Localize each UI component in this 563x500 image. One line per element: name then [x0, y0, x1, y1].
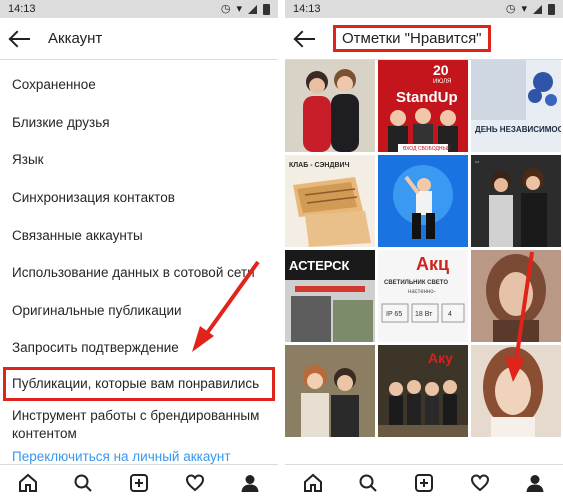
- search-icon[interactable]: [71, 471, 95, 495]
- status-bar: 14:13 ◷ ▾: [285, 0, 563, 18]
- battery-icon: [263, 3, 270, 15]
- date-month: ИЮЛЯ: [433, 79, 451, 85]
- alarm-icon: ◷: [220, 2, 231, 15]
- post-thumbnail[interactable]: КЛАБ - СЭНДВИЧ: [285, 155, 375, 247]
- post-thumbnail[interactable]: [378, 155, 468, 247]
- panel-divider: [278, 0, 285, 500]
- menu-item-original-posts[interactable]: Оригинальные публикации: [0, 292, 278, 330]
- poster-subtitle: СВЕТИЛЬНИК СВЕТО: [384, 280, 448, 286]
- menu-item-saved[interactable]: Сохраненное: [0, 66, 278, 104]
- poster-subtitle: ВХОД СВОБОДНЫЙ: [403, 144, 451, 152]
- menu-item-cellular-data[interactable]: Использование данных в сотовой сети: [0, 254, 278, 292]
- post-thumbnail[interactable]: •••: [471, 155, 561, 247]
- status-time: 14:13: [8, 3, 36, 15]
- menu-item-linked-accounts[interactable]: Связанные аккаунты: [0, 216, 278, 254]
- post-thumbnail[interactable]: [285, 60, 375, 152]
- bottom-tab-bar: [285, 464, 563, 500]
- date-number: 20: [433, 62, 449, 78]
- status-time: 14:13: [293, 3, 321, 15]
- settings-menu: Сохраненное Близкие друзья Язык Синхрони…: [0, 60, 278, 471]
- post-thumbnail[interactable]: [471, 250, 561, 342]
- heart-icon[interactable]: [183, 471, 207, 495]
- home-icon[interactable]: [301, 471, 325, 495]
- account-settings-screen: 14:13 ◷ ▾ Аккаунт Сохраненное Близкие др…: [0, 0, 278, 500]
- app-header: Аккаунт: [0, 18, 278, 60]
- menu-item-liked-posts[interactable]: Публикации, которые вам понравились: [3, 366, 275, 401]
- poster-title: Акц: [416, 254, 449, 274]
- profile-icon[interactable]: [523, 471, 547, 495]
- spec-watt: 18 Вт: [415, 311, 433, 318]
- signal-icon: [248, 4, 257, 14]
- add-post-icon[interactable]: [412, 471, 436, 495]
- liked-posts-screen: 14:13 ◷ ▾ Отметки "Нравится" 20 ИЮЛЯ Sta…: [285, 0, 563, 500]
- post-thumbnail[interactable]: Акц СВЕТИЛЬНИК СВЕТО настенно- IP 65 18 …: [378, 250, 468, 342]
- post-thumbnail[interactable]: 20 ИЮЛЯ StandUp ВХОД СВОБОДНЫЙ: [378, 60, 468, 152]
- post-thumbnail[interactable]: [285, 345, 375, 437]
- wifi-icon: ▾: [521, 2, 527, 15]
- heart-icon[interactable]: [468, 471, 492, 495]
- menu-item-contacts-sync[interactable]: Синхронизация контактов: [0, 179, 278, 217]
- alarm-icon: ◷: [505, 2, 516, 15]
- post-thumbnail[interactable]: ДЕНЬ НЕЗАВИСИМОСТИ: [471, 60, 561, 152]
- signal-icon: [533, 4, 542, 14]
- poster-title: Аку: [428, 350, 453, 366]
- battery-icon: [548, 3, 555, 15]
- back-arrow-icon[interactable]: [295, 30, 317, 48]
- search-icon[interactable]: [356, 471, 380, 495]
- post-thumbnail[interactable]: Аку: [378, 345, 468, 437]
- add-post-icon[interactable]: [127, 471, 151, 495]
- liked-posts-grid: 20 ИЮЛЯ StandUp ВХОД СВОБОДНЫЙ ДЕНЬ НЕЗА…: [285, 60, 563, 437]
- app-header: Отметки "Нравится": [285, 18, 563, 60]
- post-thumbnail[interactable]: [471, 345, 561, 437]
- spec-ip: IP 65: [386, 311, 402, 318]
- page-title: Аккаунт: [48, 30, 103, 47]
- menu-item-branded-content[interactable]: Инструмент работы с брендированным конте…: [0, 401, 278, 449]
- spec-other: 4: [448, 311, 452, 318]
- poster-title: ДЕНЬ НЕЗАВИСИМОСТИ: [475, 125, 561, 134]
- poster-subtitle-2: настенно-: [408, 289, 436, 295]
- poster-title: StandUp: [396, 89, 458, 106]
- poster-title: АСТЕРСК: [289, 258, 349, 273]
- bottom-tab-bar: [0, 464, 278, 500]
- back-arrow-icon[interactable]: [10, 30, 32, 48]
- home-icon[interactable]: [16, 471, 40, 495]
- menu-item-language[interactable]: Язык: [0, 141, 278, 179]
- profile-icon[interactable]: [238, 471, 262, 495]
- svg-text:•••: •••: [475, 159, 480, 164]
- menu-item-request-verification[interactable]: Запросить подтверждение: [0, 329, 278, 367]
- poster-title: КЛАБ - СЭНДВИЧ: [289, 162, 350, 169]
- page-title: Отметки "Нравится": [333, 25, 491, 52]
- menu-item-close-friends[interactable]: Близкие друзья: [0, 104, 278, 142]
- wifi-icon: ▾: [236, 2, 242, 15]
- post-thumbnail[interactable]: АСТЕРСК: [285, 250, 375, 342]
- status-bar: 14:13 ◷ ▾: [0, 0, 278, 18]
